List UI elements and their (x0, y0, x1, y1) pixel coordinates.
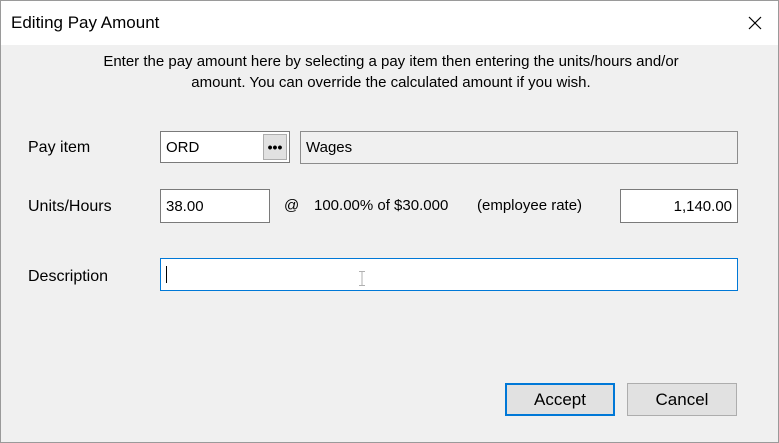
rate-text: 100.00% of $30.000 (314, 197, 449, 214)
amount-value: 1,140.00 (673, 197, 732, 215)
cancel-button[interactable]: Cancel (627, 383, 737, 416)
pay-item-name-field: Wages (300, 131, 738, 164)
pay-item-name-value: Wages (306, 139, 353, 156)
i-beam-cursor-icon (359, 271, 365, 286)
description-field[interactable] (160, 258, 738, 291)
description-label: Description (28, 268, 109, 285)
pay-item-code-value: ORD (166, 138, 200, 156)
close-button[interactable] (732, 1, 778, 45)
at-symbol: @ (284, 197, 300, 214)
amount-field[interactable]: 1,140.00 (620, 189, 738, 223)
units-hours-field[interactable]: 38.00 (160, 189, 270, 223)
instructions-line-1: Enter the pay amount here by selecting a… (103, 53, 679, 70)
title-bar: Editing Pay Amount (1, 1, 778, 45)
text-caret (166, 266, 167, 283)
units-hours-label: Units/Hours (28, 198, 112, 215)
instructions-line-2: amount. You can override the calculated … (191, 74, 591, 91)
instructions-text: Enter the pay amount here by selecting a… (21, 51, 761, 93)
pay-item-label: Pay item (28, 139, 91, 156)
pay-item-lookup-button[interactable]: ••• (263, 134, 287, 160)
accept-button[interactable]: Accept (505, 383, 615, 416)
units-hours-value: 38.00 (166, 197, 204, 215)
window-title: Editing Pay Amount (11, 13, 160, 32)
rate-note: (employee rate) (477, 197, 583, 214)
close-icon (748, 16, 762, 30)
editing-pay-amount-dialog: Editing Pay Amount Enter the pay amount … (0, 0, 779, 443)
